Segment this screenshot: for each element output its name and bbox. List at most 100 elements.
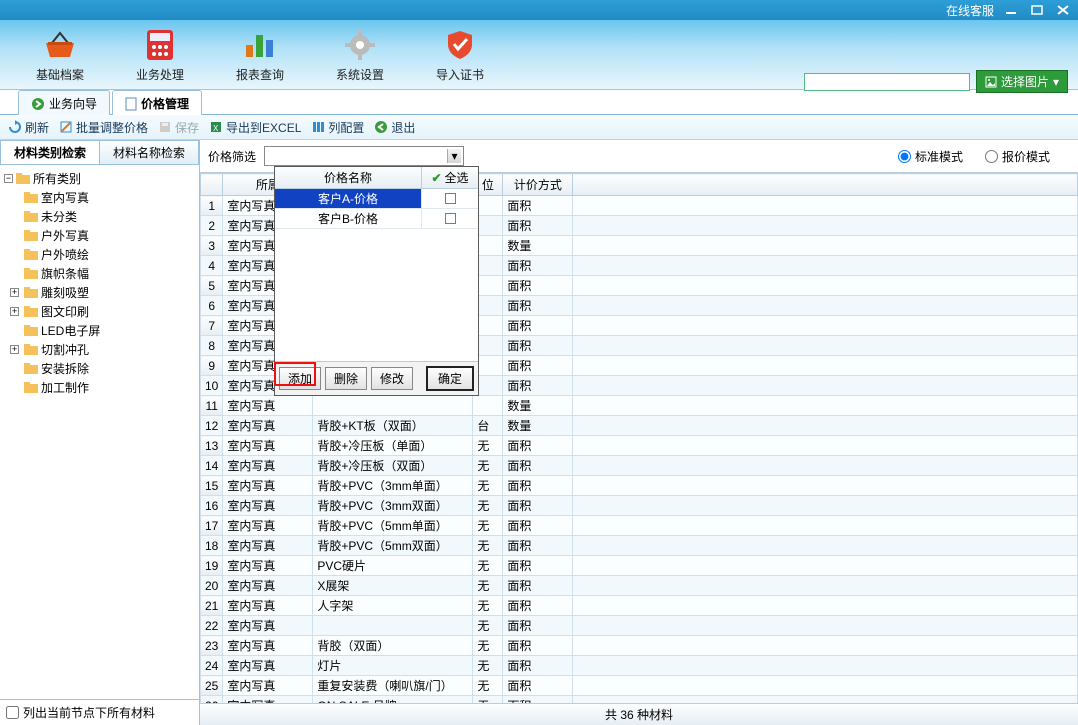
radio-quote[interactable]: 报价模式: [985, 148, 1050, 165]
cell-calc[interactable]: 面积: [503, 556, 573, 576]
cell-category[interactable]: 室内写真: [223, 396, 313, 416]
table-row[interactable]: 22室内写真无面积: [201, 616, 1078, 636]
exit-button[interactable]: 退出: [374, 119, 415, 136]
popup-select-all[interactable]: ✔全选: [422, 167, 478, 188]
price-filter-combo[interactable]: ▾: [264, 146, 464, 166]
table-row[interactable]: 23室内写真背胶（双面）无面积: [201, 636, 1078, 656]
cell-category[interactable]: 室内写真: [223, 656, 313, 676]
search-input[interactable]: [804, 73, 970, 91]
cell-category[interactable]: 室内写真: [223, 676, 313, 696]
cell-category[interactable]: 室内写真: [223, 416, 313, 436]
tree-node[interactable]: 户外写真: [2, 226, 197, 245]
cell-name[interactable]: PVC硬片: [313, 556, 473, 576]
table-row[interactable]: 26室内写真ON SALE 吊牌无面积: [201, 696, 1078, 704]
ribbon-basic-archive[interactable]: 基础档案: [10, 26, 110, 83]
collapse-icon[interactable]: −: [4, 174, 13, 183]
cell-unit[interactable]: 台: [473, 416, 503, 436]
table-row[interactable]: 20室内写真X展架无面积: [201, 576, 1078, 596]
table-row[interactable]: 12室内写真背胶+KT板（双面）台数量: [201, 416, 1078, 436]
popup-row-checkbox[interactable]: [445, 213, 456, 224]
tab-price-manage[interactable]: 价格管理: [112, 90, 202, 115]
popup-row-checkbox[interactable]: [445, 193, 456, 204]
cell-name[interactable]: [313, 396, 473, 416]
cell-name[interactable]: 背胶+PVC（5mm双面）: [313, 536, 473, 556]
cell-calc[interactable]: 面积: [503, 356, 573, 376]
cell-name[interactable]: ON SALE 吊牌: [313, 696, 473, 704]
export-excel-button[interactable]: X导出到EXCEL: [209, 119, 301, 136]
cell-name[interactable]: 背胶+PVC（5mm单面）: [313, 516, 473, 536]
column-config-button[interactable]: 列配置: [311, 119, 364, 136]
cell-name[interactable]: X展架: [313, 576, 473, 596]
cell-category[interactable]: 室内写真: [223, 696, 313, 704]
batch-adjust-button[interactable]: 批量调整价格: [59, 119, 148, 136]
cell-calc[interactable]: 面积: [503, 216, 573, 236]
popup-add-button[interactable]: 添加: [279, 367, 321, 390]
cell-name[interactable]: 背胶+PVC（3mm双面）: [313, 496, 473, 516]
cell-name[interactable]: 背胶+冷压板（单面）: [313, 436, 473, 456]
cell-category[interactable]: 室内写真: [223, 616, 313, 636]
cell-category[interactable]: 室内写真: [223, 536, 313, 556]
table-row[interactable]: 24室内写真灯片无面积: [201, 656, 1078, 676]
cell-calc[interactable]: 面积: [503, 676, 573, 696]
cell-calc[interactable]: 面积: [503, 476, 573, 496]
cell-calc[interactable]: 面积: [503, 576, 573, 596]
tree-node[interactable]: 户外喷绘: [2, 245, 197, 264]
cell-calc[interactable]: 面积: [503, 616, 573, 636]
minimize-button[interactable]: [1002, 3, 1020, 17]
popup-row[interactable]: 客户A-价格: [275, 189, 478, 209]
cell-calc[interactable]: 面积: [503, 436, 573, 456]
cell-category[interactable]: 室内写真: [223, 516, 313, 536]
tree-node[interactable]: 加工制作: [2, 378, 197, 397]
table-row[interactable]: 19室内写真PVC硬片无面积: [201, 556, 1078, 576]
cell-unit[interactable]: 无: [473, 616, 503, 636]
side-tab-category[interactable]: 材料类别检索: [0, 140, 100, 165]
popup-delete-button[interactable]: 删除: [325, 367, 367, 390]
table-row[interactable]: 25室内写真重复安装费（喇叭旗/门）无面积: [201, 676, 1078, 696]
cell-unit[interactable]: 无: [473, 656, 503, 676]
pick-image-button[interactable]: 选择图片 ▾: [976, 70, 1068, 93]
radio-quote-input[interactable]: [985, 150, 998, 163]
popup-row[interactable]: 客户B-价格: [275, 209, 478, 229]
cell-calc[interactable]: 面积: [503, 536, 573, 556]
tree-node[interactable]: +雕刻吸塑: [2, 283, 197, 302]
ribbon-settings[interactable]: 系统设置: [310, 26, 410, 83]
cell-calc[interactable]: 面积: [503, 516, 573, 536]
cell-calc[interactable]: 面积: [503, 376, 573, 396]
cell-calc[interactable]: 面积: [503, 496, 573, 516]
cell-calc[interactable]: 数量: [503, 236, 573, 256]
table-row[interactable]: 21室内写真人字架无面积: [201, 596, 1078, 616]
table-row[interactable]: 13室内写真背胶+冷压板（单面）无面积: [201, 436, 1078, 456]
cell-unit[interactable]: 无: [473, 496, 503, 516]
cell-calc[interactable]: 面积: [503, 696, 573, 704]
cell-unit[interactable]: 无: [473, 676, 503, 696]
cell-category[interactable]: 室内写真: [223, 456, 313, 476]
cell-calc[interactable]: 面积: [503, 636, 573, 656]
cell-calc[interactable]: 面积: [503, 456, 573, 476]
table-row[interactable]: 18室内写真背胶+PVC（5mm双面）无面积: [201, 536, 1078, 556]
expand-icon[interactable]: +: [10, 288, 19, 297]
table-row[interactable]: 16室内写真背胶+PVC（3mm双面）无面积: [201, 496, 1078, 516]
radio-standard-input[interactable]: [898, 150, 911, 163]
cell-calc[interactable]: 面积: [503, 196, 573, 216]
close-button[interactable]: [1054, 3, 1072, 17]
cell-unit[interactable]: 无: [473, 596, 503, 616]
refresh-button[interactable]: 刷新: [8, 119, 49, 136]
cell-name[interactable]: 背胶+PVC（3mm单面）: [313, 476, 473, 496]
cell-unit[interactable]: [473, 396, 503, 416]
cell-unit[interactable]: 无: [473, 476, 503, 496]
cell-unit[interactable]: 无: [473, 636, 503, 656]
tree-node[interactable]: 未分类: [2, 207, 197, 226]
popup-edit-button[interactable]: 修改: [371, 367, 413, 390]
tree-root[interactable]: − 所有类别: [2, 169, 197, 188]
expand-icon[interactable]: +: [10, 345, 19, 354]
radio-standard[interactable]: 标准模式: [898, 148, 963, 165]
tree-node[interactable]: 旗帜条幅: [2, 264, 197, 283]
cell-category[interactable]: 室内写真: [223, 636, 313, 656]
ribbon-business[interactable]: 业务处理: [110, 26, 210, 83]
cell-calc[interactable]: 数量: [503, 396, 573, 416]
ribbon-import-cert[interactable]: 导入证书: [410, 26, 510, 83]
cell-calc[interactable]: 面积: [503, 656, 573, 676]
side-tab-name[interactable]: 材料名称检索: [100, 140, 199, 165]
cell-unit[interactable]: 无: [473, 436, 503, 456]
popup-confirm-button[interactable]: 确定: [426, 366, 474, 391]
